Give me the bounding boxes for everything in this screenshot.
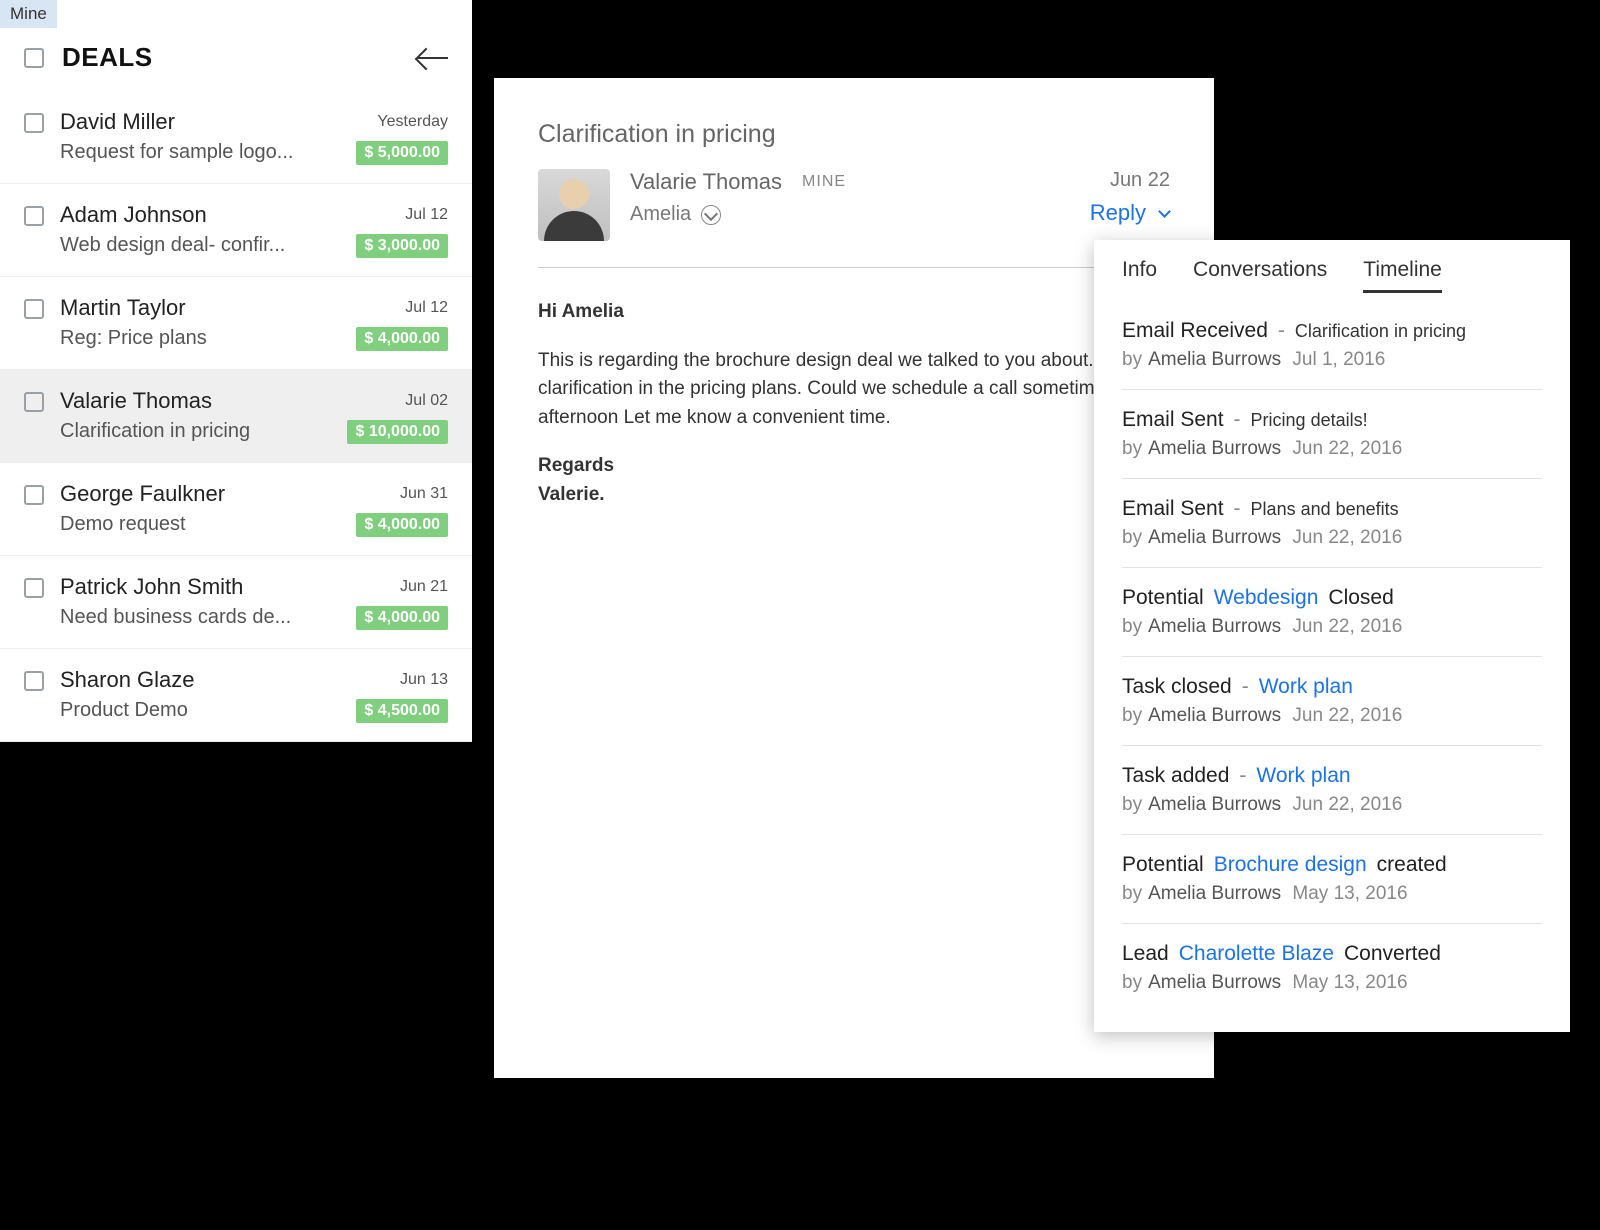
timeline-link[interactable]: Charolette Blaze [1179,942,1334,966]
select-all-checkbox[interactable] [24,48,44,68]
timeline-entry-title: Email Received-Clarification in pricing [1122,319,1542,343]
timeline-entry-meta: byAmelia Burrows Jul 1, 2016 [1122,349,1542,371]
timeline-list: Email Received-Clarification in pricing b… [1122,301,1542,1012]
sender-name: Valarie Thomas [630,169,782,195]
timeline-entry-meta: byAmelia Burrows May 13, 2016 [1122,883,1542,905]
deals-title: DEALS [62,42,418,73]
tab-info[interactable]: Info [1122,258,1157,293]
deal-checkbox[interactable] [24,113,44,133]
deal-checkbox[interactable] [24,299,44,319]
back-arrow-icon[interactable] [418,46,448,70]
tab-timeline[interactable]: Timeline [1363,258,1442,293]
deal-date: Jul 02 [347,392,448,410]
timeline-entry-title: Task closed-Work plan [1122,675,1542,699]
email-subject: Clarification in pricing [538,120,1170,149]
email-meta: Valarie Thomas MINE Amelia Jun 22 Reply [538,169,1170,241]
recipient-name: Amelia [630,203,691,226]
timeline-entry: Task added-Work plan byAmelia Burrows Jun… [1122,746,1542,835]
deal-checkbox[interactable] [24,578,44,598]
timeline-entry: Email Sent-Plans and benefits byAmelia Bu… [1122,479,1542,568]
email-greeting: Hi Amelia [538,298,1170,327]
timeline-entry-title: LeadCharolette BlazeConverted [1122,942,1542,966]
deal-amount-badge: $ 4,000.00 [356,513,448,537]
deal-contact-name: Valarie Thomas [60,388,347,414]
deal-subject: Request for sample logo... [60,141,320,165]
email-signoff: Regards Valerie. [538,452,1170,509]
deal-checkbox[interactable] [24,392,44,412]
deal-subject: Clarification in pricing [60,420,320,444]
recipient-dropdown-icon[interactable] [701,205,721,225]
deal-checkbox[interactable] [24,671,44,691]
timeline-entry-title: Email Sent-Plans and benefits [1122,497,1542,521]
deal-amount-badge: $ 3,000.00 [356,234,448,258]
deal-amount-badge: $ 10,000.00 [347,420,448,444]
timeline-entry-meta: byAmelia Burrows May 13, 2016 [1122,972,1542,994]
timeline-entry-title: Task added-Work plan [1122,764,1542,788]
deal-date: Jul 12 [356,206,448,224]
deal-date: Jun 13 [356,671,448,689]
deals-filter-tab[interactable]: Mine [0,0,57,28]
deal-contact-name: Martin Taylor [60,295,356,321]
deals-list: David MillerYesterday Request for sample … [0,91,472,742]
deal-subject: Reg: Price plans [60,327,320,351]
timeline-entry: Email Sent-Pricing details! byAmelia Burr… [1122,390,1542,479]
timeline-entry-meta: byAmelia Burrows Jun 22, 2016 [1122,794,1542,816]
timeline-entry: LeadCharolette BlazeConverted byAmelia Bu… [1122,924,1542,1012]
mine-badge: MINE [802,173,846,191]
timeline-entry-meta: byAmelia Burrows Jun 22, 2016 [1122,705,1542,727]
timeline-link[interactable]: Webdesign [1214,586,1319,610]
timeline-link[interactable]: Work plan [1259,675,1353,699]
deal-checkbox[interactable] [24,485,44,505]
timeline-link[interactable]: Brochure design [1214,853,1367,877]
deal-amount-badge: $ 5,000.00 [356,141,448,165]
timeline-entry: Task closed-Work plan byAmelia Burrows Ju… [1122,657,1542,746]
timeline-entry-title: PotentialBrochure designcreated [1122,853,1542,877]
deal-date: Jun 21 [356,578,448,596]
sender-avatar [538,169,610,241]
deal-item[interactable]: Patrick John SmithJun 21 Need business ca… [0,556,472,649]
reply-dropdown-icon[interactable] [1158,207,1170,219]
deal-subject: Web design deal- confir... [60,234,320,258]
deal-amount-badge: $ 4,500.00 [356,699,448,723]
deal-subject: Product Demo [60,699,320,723]
deal-contact-name: David Miller [60,109,356,135]
timeline-entry-meta: byAmelia Burrows Jun 22, 2016 [1122,438,1542,460]
timeline-entry: Email Received-Clarification in pricing b… [1122,301,1542,390]
deal-amount-badge: $ 4,000.00 [356,606,448,630]
deal-contact-name: Patrick John Smith [60,574,356,600]
timeline-panel: Info Conversations Timeline Email Receiv… [1094,240,1570,1032]
email-date: Jun 22 [1090,169,1170,192]
deal-checkbox[interactable] [24,206,44,226]
deal-item[interactable]: Adam JohnsonJul 12 Web design deal- confi… [0,184,472,277]
deal-item[interactable]: Sharon GlazeJun 13 Product Demo $ 4,500.00 [0,649,472,742]
timeline-entry-title: PotentialWebdesignClosed [1122,586,1542,610]
divider [538,267,1170,268]
deal-date: Jul 12 [356,299,448,317]
deals-header: DEALS [0,28,472,91]
deal-date: Yesterday [356,113,448,131]
deal-subject: Demo request [60,513,320,537]
deal-contact-name: Sharon Glaze [60,667,356,693]
deal-contact-name: George Faulkner [60,481,356,507]
deal-item[interactable]: David MillerYesterday Request for sample … [0,91,472,184]
email-paragraph: This is regarding the brochure design de… [538,347,1170,433]
timeline-entry-meta: byAmelia Burrows Jun 22, 2016 [1122,616,1542,638]
timeline-entry: PotentialWebdesignClosed byAmelia Burrows… [1122,568,1542,657]
deal-date: Jun 31 [356,485,448,503]
tab-conversations[interactable]: Conversations [1193,258,1327,293]
timeline-tabs: Info Conversations Timeline [1122,254,1542,301]
email-body: Hi Amelia This is regarding the brochure… [538,298,1170,509]
timeline-entry-meta: byAmelia Burrows Jun 22, 2016 [1122,527,1542,549]
deal-contact-name: Adam Johnson [60,202,356,228]
timeline-link[interactable]: Work plan [1256,764,1350,788]
reply-button[interactable]: Reply [1090,200,1146,226]
deal-item[interactable]: Martin TaylorJul 12 Reg: Price plans $ 4,0… [0,277,472,370]
deal-item[interactable]: George FaulknerJun 31 Demo request $ 4,000… [0,463,472,556]
deal-amount-badge: $ 4,000.00 [356,327,448,351]
timeline-entry: PotentialBrochure designcreated byAmelia … [1122,835,1542,924]
deal-item[interactable]: Valarie ThomasJul 02 Clarification in pri… [0,370,472,463]
deal-subject: Need business cards de... [60,606,320,630]
deals-panel: Mine DEALS David MillerYesterday Request … [0,0,472,742]
timeline-entry-title: Email Sent-Pricing details! [1122,408,1542,432]
